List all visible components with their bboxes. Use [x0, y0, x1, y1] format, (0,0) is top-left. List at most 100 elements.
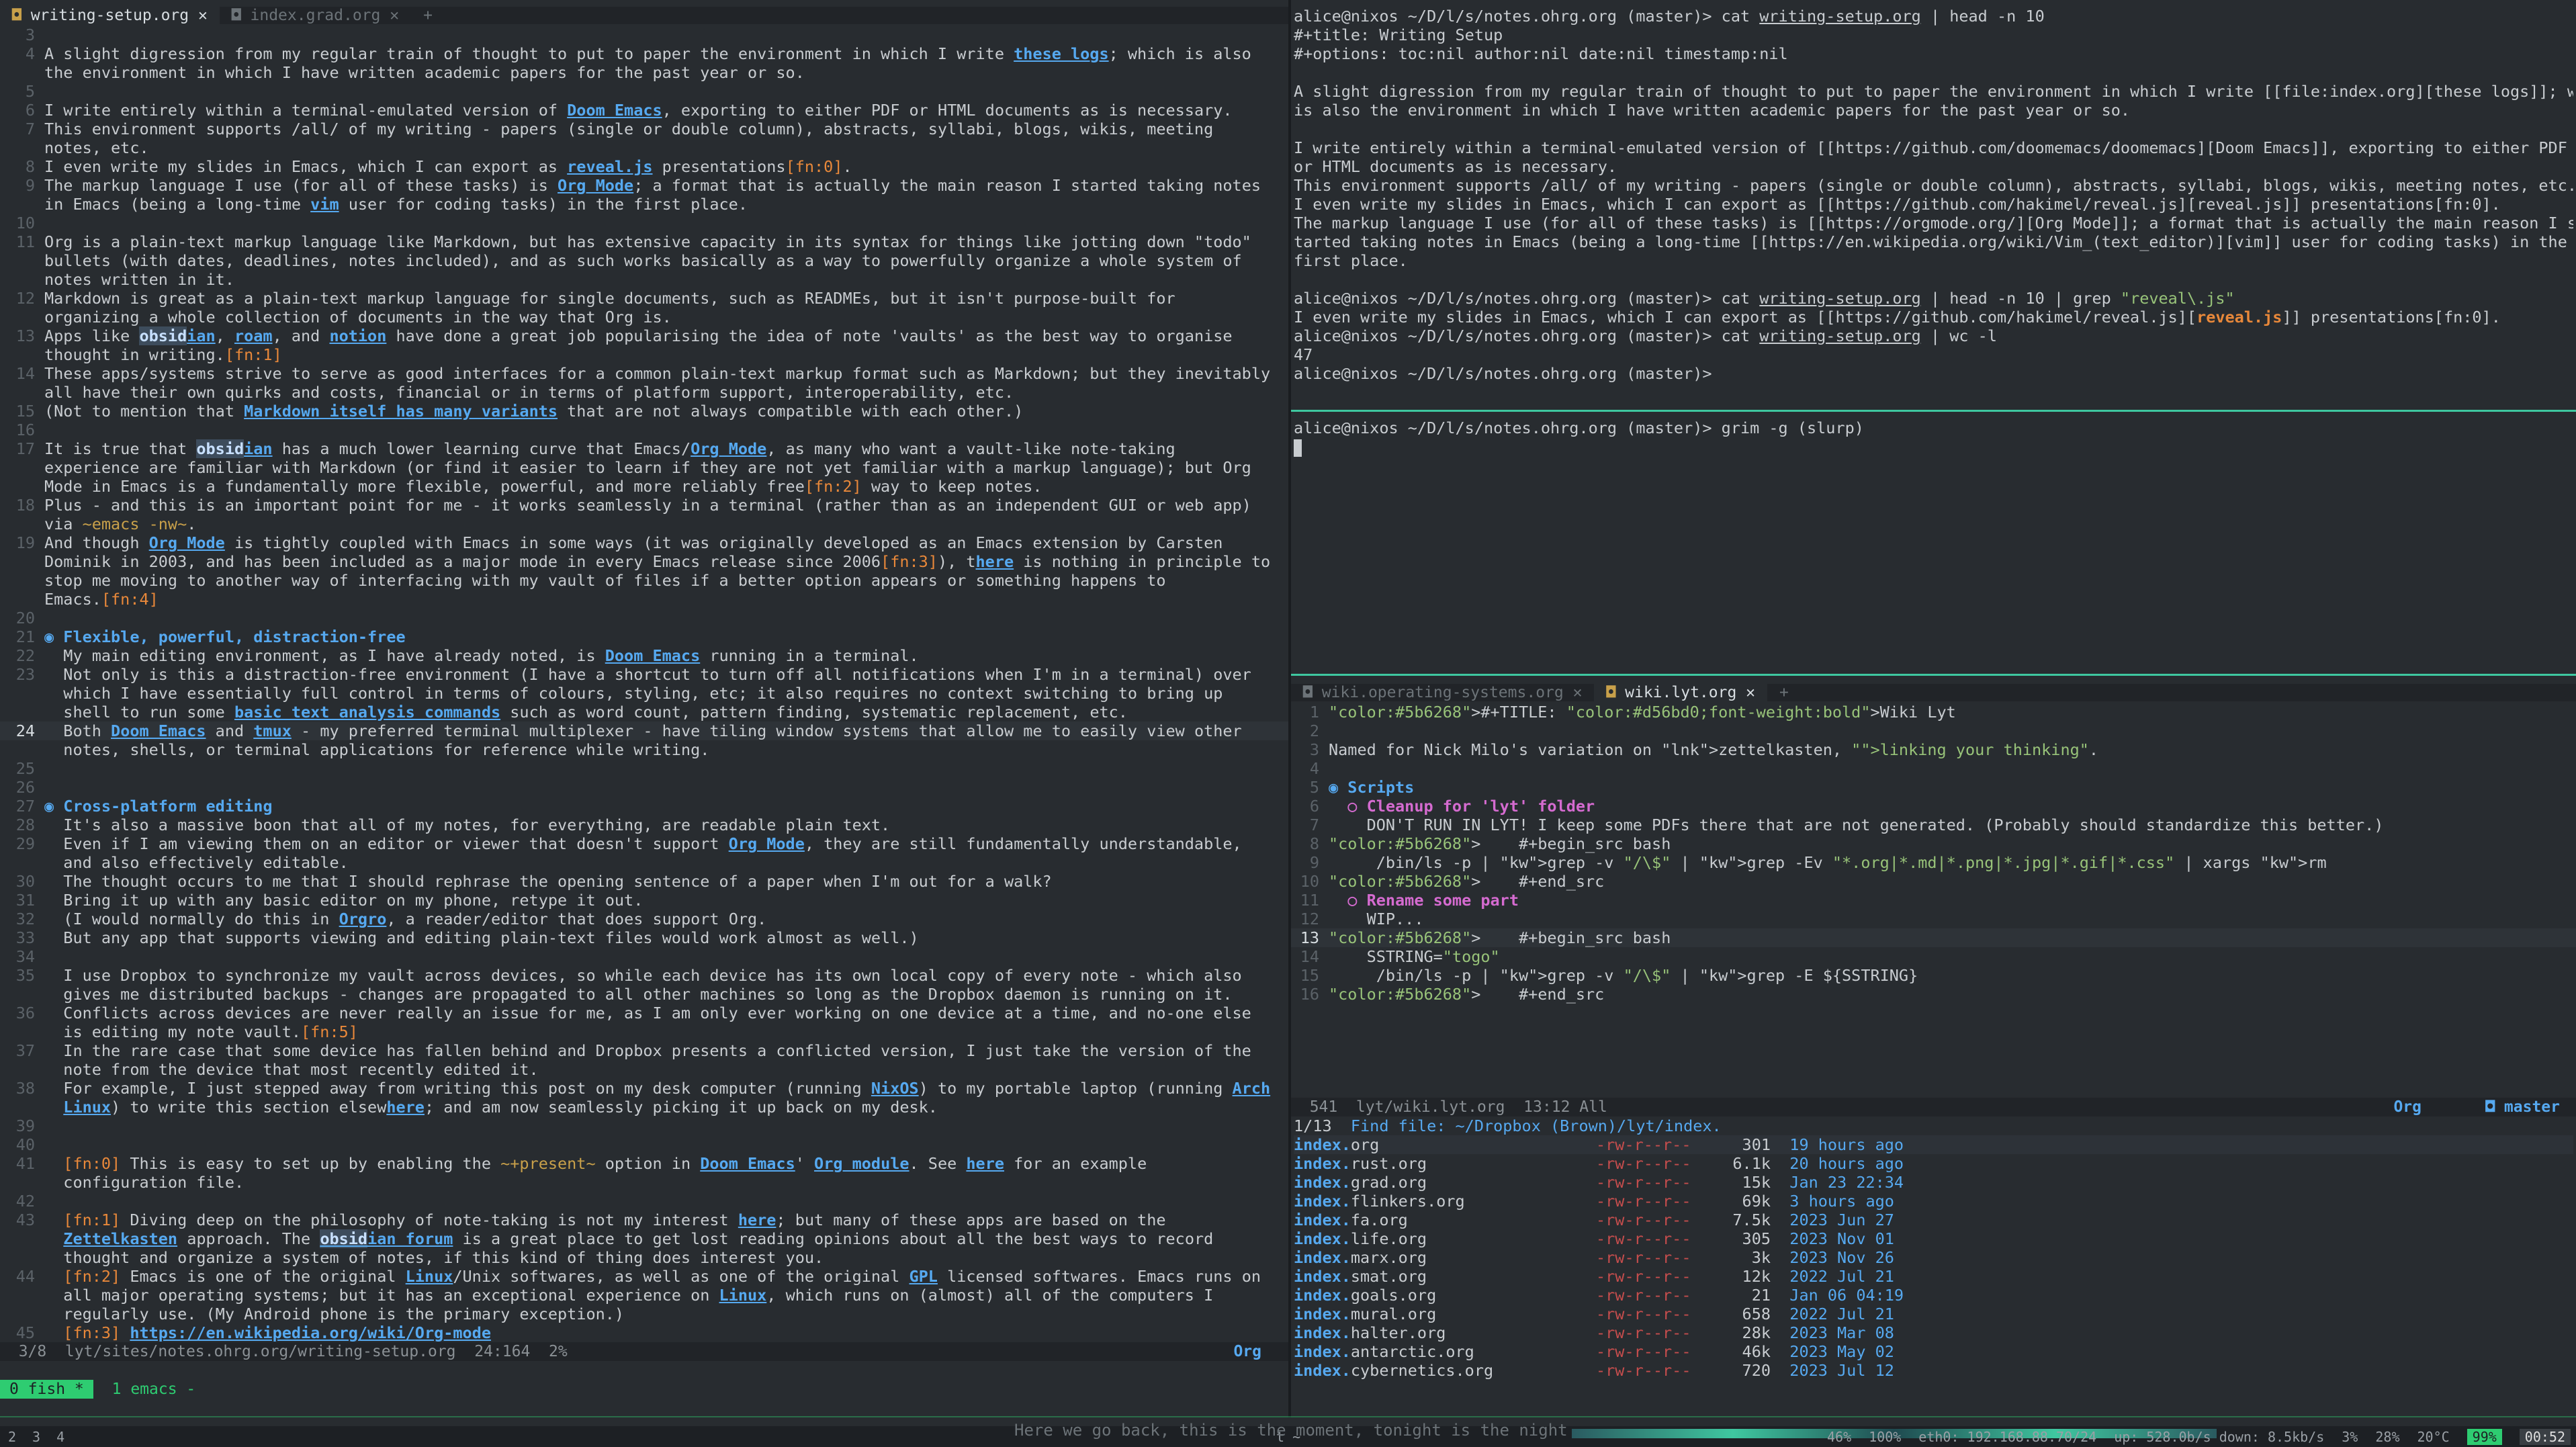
editor-line[interactable]: 41 [fn:0] This is easy to set up by enab… [0, 1154, 1288, 1173]
editor-line[interactable]: 31 Bring it up with any basic editor on … [0, 891, 1288, 910]
editor-line[interactable]: 15 /bin/ls -p | "kw">grep -v "/\$" | "kw… [1291, 966, 2576, 985]
workspace-3[interactable]: 3 [24, 1429, 48, 1445]
editor-line[interactable]: 26 [0, 778, 1288, 797]
editor-line[interactable]: 9 /bin/ls -p | "kw">grep -v "/\$" | "kw"… [1291, 853, 2576, 872]
editor-line[interactable]: 5 [0, 82, 1288, 101]
file-candidate[interactable]: index.cybernetics.org -rw-r--r-- 720 2023 … [1294, 1361, 2573, 1380]
editor-line[interactable]: via ~emacs -nw~. [0, 515, 1288, 533]
file-candidate[interactable]: index.halter.org -rw-r--r-- 28k 2023 Mar 0… [1294, 1323, 2573, 1342]
tab-writing-setup[interactable]: ◘ writing-setup.org ✕ [0, 7, 220, 24]
tab-wiki-os[interactable]: ◘ wiki.operating-systems.org ✕ [1291, 684, 1594, 701]
editor-line[interactable]: 45 [fn:3] https://en.wikipedia.org/wiki/… [0, 1323, 1288, 1342]
editor-line[interactable]: 24 Both Doom Emacs and tmux - my preferr… [0, 721, 1288, 740]
editor-line[interactable]: 21 ◉ Flexible, powerful, distraction-free [0, 627, 1288, 646]
editor-line[interactable]: 8I even write my slides in Emacs, which … [0, 157, 1288, 176]
tmux-window-active[interactable]: 0 fish * [0, 1380, 93, 1399]
editor-line[interactable]: 14 SSTRING="togo" [1291, 947, 2576, 966]
right-editor[interactable]: 1 "color:#5b6268">#+TITLE: "color:#d56bd0… [1291, 703, 2576, 1096]
file-candidate[interactable]: index.goals.org -rw-r--r-- 21 Jan 06 04:19 [1294, 1286, 2573, 1305]
editor-line[interactable]: Dominik in 2003, and has been included a… [0, 552, 1288, 571]
file-candidate[interactable]: index.marx.org -rw-r--r-- 3k 2023 Nov 26 [1294, 1248, 2573, 1267]
file-candidate[interactable]: index.flinkers.org -rw-r--r-- 69k 3 hours … [1294, 1192, 2573, 1211]
editor-line[interactable]: 36 Conflicts across devices are never re… [0, 1004, 1288, 1022]
editor-line[interactable]: 2 [1291, 721, 2576, 740]
editor-line[interactable]: 39 [0, 1116, 1288, 1135]
editor-line[interactable]: 34 [0, 947, 1288, 966]
editor-line[interactable]: note from the device that most recently … [0, 1060, 1288, 1079]
editor-line[interactable]: 16 "color:#5b6268"> #+end_src [1291, 985, 2576, 1004]
file-candidate[interactable]: index.mural.org -rw-r--r-- 658 2022 Jul 21 [1294, 1305, 2573, 1323]
editor-line[interactable]: 10 "color:#5b6268"> #+end_src [1291, 872, 2576, 891]
editor-line[interactable]: 19 And though Org Mode is tightly coupled… [0, 533, 1288, 552]
editor-line[interactable]: 20 [0, 609, 1288, 627]
terminal-bottom[interactable]: alice@nixos ~/D/l/s/notes.ohrg.org (mast… [1294, 419, 2573, 674]
editor-line[interactable]: 25 [0, 759, 1288, 778]
editor-line[interactable]: 12 Markdown is great as a plain-text mark… [0, 289, 1288, 308]
editor-line[interactable]: 23 Not only is this a distraction-free e… [0, 665, 1288, 684]
workspace-4[interactable]: 4 [48, 1429, 73, 1445]
tab-new[interactable]: + [411, 7, 445, 24]
editor-line[interactable]: regularly use. (My Android phone is the … [0, 1305, 1288, 1323]
file-candidate[interactable]: index.fa.org -rw-r--r-- 7.5k 2023 Jun 27 [1294, 1211, 2573, 1229]
editor-line[interactable]: 8 "color:#5b6268"> #+begin_src bash [1291, 834, 2576, 853]
workspace-2[interactable]: 2 [0, 1429, 24, 1445]
editor-line[interactable]: 33 But any app that supports viewing and… [0, 928, 1288, 947]
editor-line[interactable]: 13 "color:#5b6268"> #+begin_src bash [1291, 928, 2576, 947]
editor-line[interactable]: 37 In the rare case that some device has… [0, 1041, 1288, 1060]
editor-line[interactable]: stop me moving to another way of interfa… [0, 571, 1288, 590]
editor-line[interactable]: and also effectively editable. [0, 853, 1288, 872]
editor-line[interactable]: bullets (with dates, deadlines, notes in… [0, 251, 1288, 270]
editor-line[interactable]: configuration file. [0, 1173, 1288, 1192]
editor-line[interactable]: 1 "color:#5b6268">#+TITLE: "color:#d56bd0… [1291, 703, 2576, 721]
editor-line[interactable]: 6 ○ Cleanup for 'lyt' folder [1291, 797, 2576, 816]
editor-line[interactable]: organizing a whole collection of documen… [0, 308, 1288, 326]
editor-line[interactable]: 44 [fn:2] Emacs is one of the original L… [0, 1267, 1288, 1286]
editor-line[interactable]: 40 [0, 1135, 1288, 1154]
editor-line[interactable]: 11 ○ Rename some part [1291, 891, 2576, 910]
editor-line[interactable]: 17 It is true that obsidian has a much lo… [0, 439, 1288, 458]
editor-line[interactable]: notes written in it. [0, 270, 1288, 289]
find-file-minibuffer[interactable]: 1/13 Find file: ~/Dropbox (Brown)/lyt/in… [1294, 1116, 2573, 1385]
file-candidate[interactable]: index.smat.org -rw-r--r-- 12k 2022 Jul 21 [1294, 1267, 2573, 1286]
editor-line[interactable]: thought in writing.[fn:1] [0, 345, 1288, 364]
editor-line[interactable]: 9 The markup language I use (for all of t… [0, 176, 1288, 195]
editor-line[interactable]: 29 Even if I am viewing them on an edito… [0, 834, 1288, 853]
editor-line[interactable]: 18 Plus - and this is an important point … [0, 496, 1288, 515]
editor-line[interactable]: gives me distributed backups - changes a… [0, 985, 1288, 1004]
editor-line[interactable]: experience are familiar with Markdown (o… [0, 458, 1288, 477]
file-candidate[interactable]: index.life.org -rw-r--r-- 305 2023 Nov 01 [1294, 1229, 2573, 1248]
file-candidate[interactable]: index.antarctic.org -rw-r--r-- 46k 2023 Ma… [1294, 1342, 2573, 1361]
editor-line[interactable]: 13 Apps like obsidian, roam, and notion h… [0, 326, 1288, 345]
editor-line[interactable]: 32 (I would normally do this in Orgro, a… [0, 910, 1288, 928]
editor-line[interactable]: 16 [0, 421, 1288, 439]
tab-index-grad[interactable]: ◘ index.grad.org ✕ [220, 7, 411, 24]
editor-line[interactable]: all major operating systems; but it has … [0, 1286, 1288, 1305]
editor-line[interactable]: notes, etc. [0, 138, 1288, 157]
editor-line[interactable]: 22 My main editing environment, as I hav… [0, 646, 1288, 665]
file-candidate[interactable]: index.rust.org -rw-r--r-- 6.1k 20 hours ag… [1294, 1154, 2573, 1173]
editor-line[interactable]: in Emacs (being a long-time vim user for… [0, 195, 1288, 214]
file-candidate[interactable]: index.org -rw-r--r-- 301 19 hours ago [1294, 1135, 2573, 1154]
editor-line[interactable]: notes, shells, or terminal applications … [0, 740, 1288, 759]
editor-line[interactable]: shell to run some basic text analysis co… [0, 703, 1288, 721]
editor-line[interactable]: 7 This environment supports /all/ of my w… [0, 120, 1288, 138]
editor-line[interactable]: 3 [0, 26, 1288, 44]
tab-wiki-lyt[interactable]: ◘ wiki.lyt.org ✕ [1594, 684, 1768, 701]
editor-line[interactable]: 27 ◉ Cross-platform editing [0, 797, 1288, 816]
editor-line[interactable]: Linux) to write this section elsewhere; … [0, 1098, 1288, 1116]
editor-line[interactable]: Mode in Emacs is a fundamentally more fl… [0, 477, 1288, 496]
editor-line[interactable]: thought and organize a system of notes, … [0, 1248, 1288, 1267]
editor-line[interactable]: 42 [0, 1192, 1288, 1211]
terminal-top[interactable]: alice@nixos ~/D/l/s/notes.ohrg.org (mast… [1294, 7, 2573, 406]
editor-line[interactable]: all have their own quirks and costs, fin… [0, 383, 1288, 402]
editor-line[interactable]: 4A slight digression from my regular tra… [0, 44, 1288, 63]
editor-line[interactable]: is editing my note vault.[fn:5] [0, 1022, 1288, 1041]
editor-line[interactable]: 5 ◉ Scripts [1291, 778, 2576, 797]
editor-line[interactable]: 10 [0, 214, 1288, 232]
tmux-window-other[interactable]: 1 emacs - [103, 1380, 206, 1398]
editor-line[interactable]: Emacs.[fn:4] [0, 590, 1288, 609]
editor-line[interactable]: 4 [1291, 759, 2576, 778]
editor-line[interactable]: 12 WIP... [1291, 910, 2576, 928]
editor-line[interactable]: 7 DON'T RUN IN LYT! I keep some PDFs the… [1291, 816, 2576, 834]
editor-line[interactable]: 35 I use Dropbox to synchronize my vault… [0, 966, 1288, 985]
